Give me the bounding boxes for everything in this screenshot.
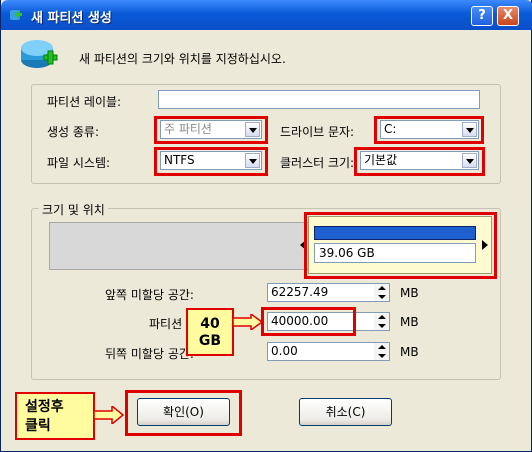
- add-partition-icon: [10, 10, 22, 20]
- highlight-partition-size: [261, 307, 356, 336]
- back-unallocated-label: 뒤쪽 미할당 공간:: [105, 347, 194, 361]
- highlight-create-type: [154, 116, 268, 144]
- partition-size-unit: MB: [400, 315, 419, 329]
- close-button[interactable]: X: [497, 6, 519, 26]
- partition-label-label: 파티션 레이블:: [47, 95, 122, 109]
- callout-arrow-icon: [94, 406, 124, 424]
- highlight-ok-button: [125, 390, 242, 436]
- front-unallocated-input[interactable]: 62257.49: [267, 283, 375, 302]
- size-position-title: 크기 및 위치: [39, 201, 108, 218]
- highlight-file-system: [154, 147, 268, 176]
- new-partition-dialog: 새 파티션 생성 ? X 새 파티션의 크기와 위치를 지정하십시오. 파티션 …: [0, 0, 532, 452]
- callout-arrow-icon: [233, 314, 263, 330]
- create-type-label: 생성 종류:: [47, 125, 100, 139]
- highlight-cluster-size: [354, 147, 485, 176]
- cluster-size-label: 클러스터 크기:: [280, 156, 355, 170]
- file-system-label: 파일 시스템:: [47, 156, 111, 170]
- front-unallocated-label: 앞쪽 미할당 공간:: [105, 288, 194, 302]
- confirm-callout: 설정후 클릭: [15, 392, 95, 440]
- highlight-partition-block: [304, 212, 497, 279]
- window-title: 새 파티션 생성: [31, 11, 112, 26]
- highlight-drive-letter: [374, 116, 484, 144]
- instruction-text: 새 파티션의 크기와 위치를 지정하십시오.: [79, 52, 286, 66]
- front-unallocated-unit: MB: [400, 286, 419, 300]
- partition-label-input[interactable]: [158, 90, 480, 109]
- front-unallocated-spinner[interactable]: [374, 283, 390, 302]
- partition-size-spinner[interactable]: [374, 312, 390, 331]
- size-callout: 40 GB: [186, 308, 234, 356]
- back-unallocated-spinner[interactable]: [374, 342, 390, 361]
- back-unallocated-input[interactable]: 0.00: [267, 342, 375, 361]
- title-bar: 새 파티션 생성 ? X: [1, 0, 532, 30]
- cancel-button[interactable]: 취소(C): [299, 398, 392, 426]
- new-partition-icon: [21, 40, 58, 68]
- back-unallocated-unit: MB: [400, 345, 419, 359]
- drive-letter-label: 드라이브 문자:: [280, 125, 355, 139]
- help-button[interactable]: ?: [471, 6, 493, 26]
